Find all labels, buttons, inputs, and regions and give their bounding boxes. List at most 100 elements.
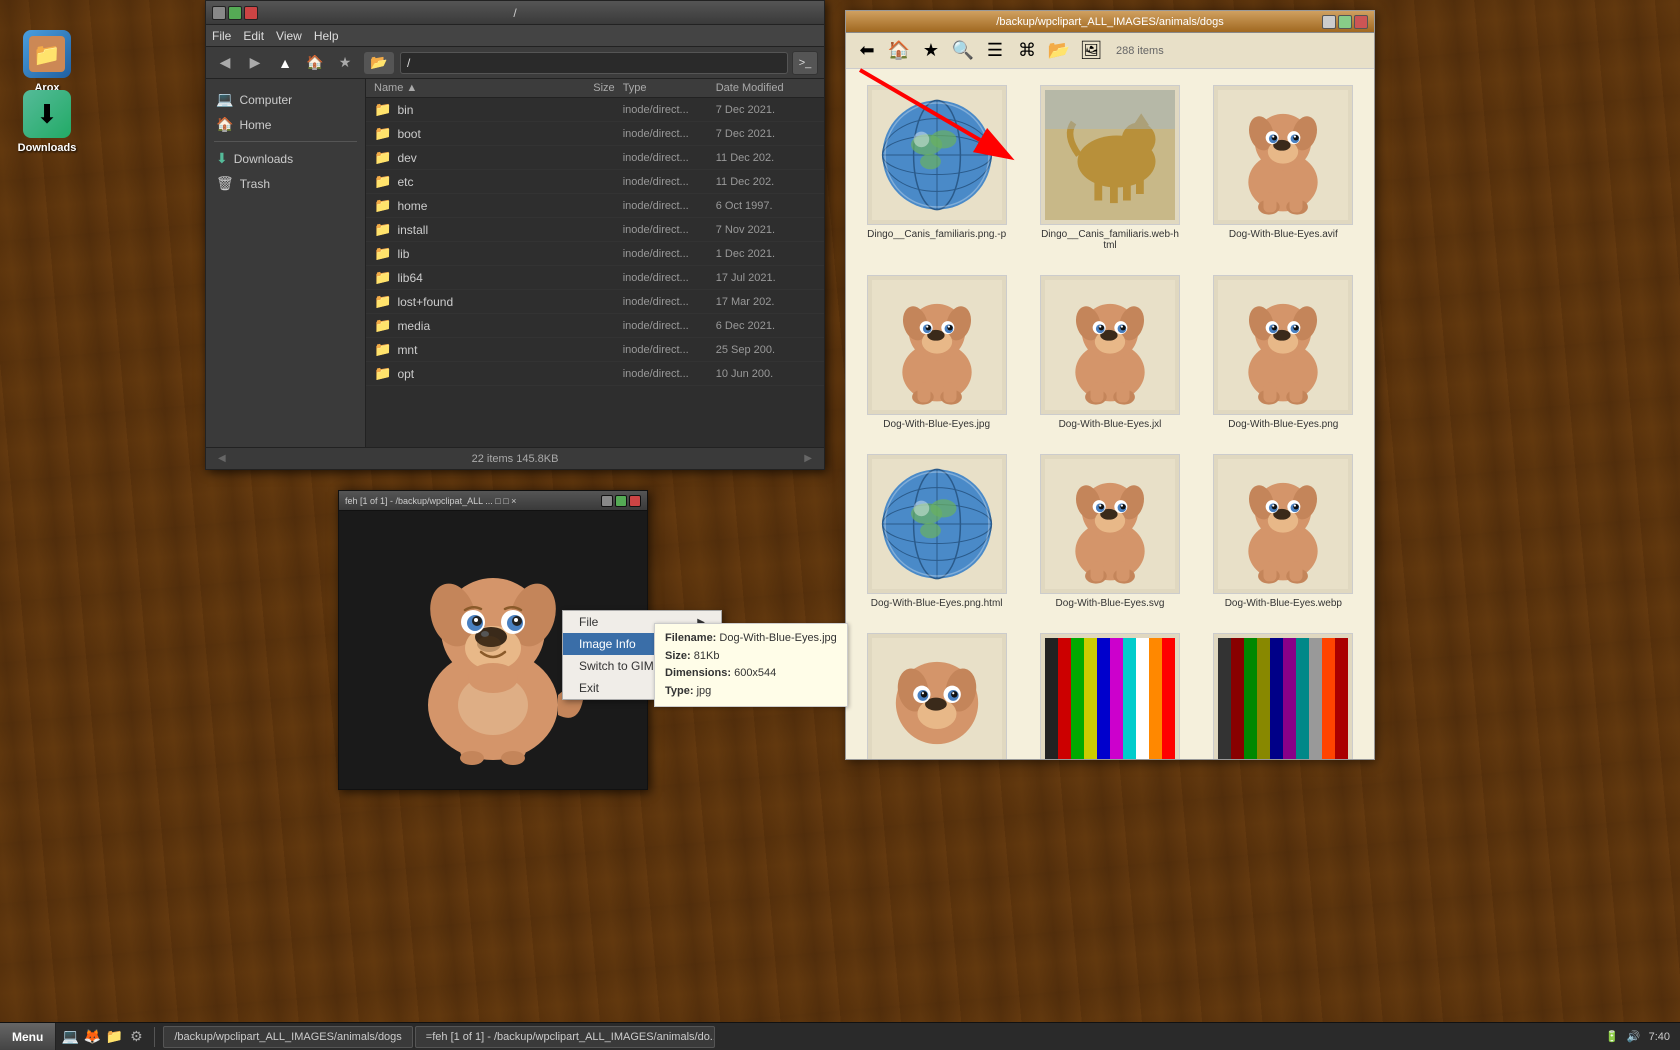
fm-minimize-btn[interactable]	[212, 6, 226, 20]
fm-menu-edit[interactable]: Edit	[243, 29, 264, 43]
taskbar-app-settings[interactable]: ⚙	[126, 1027, 146, 1047]
list-item[interactable]: Dog-With-Blue-Eyes.jxl	[1029, 269, 1190, 436]
table-row[interactable]: 📁 media inode/direct... 6 Dec 2021.	[366, 314, 824, 338]
fb-toolbar: ⬅ 🏠 ★ 🔍 ☰ ⌘ 📂 🖼 288 items	[846, 33, 1374, 69]
feh-maximize-btn[interactable]	[615, 495, 627, 507]
img-info-type: Type: jpg	[665, 683, 837, 701]
fb-win-buttons-right	[1322, 15, 1368, 29]
table-row[interactable]: 📁 home inode/direct... 6 Oct 1997.	[366, 194, 824, 218]
file-thumbnail	[1040, 275, 1180, 415]
folder-icon: 📁	[374, 245, 391, 262]
taskbar-task-feh[interactable]: =feh [1 of 1] - /backup/wpclipart_ALL_IM…	[415, 1026, 715, 1048]
fm-menu-file[interactable]: File	[212, 29, 231, 43]
fm-sidebar: 💻 Computer 🏠 Home ⬇ Downloads 🗑 Trash	[206, 79, 366, 447]
file-thumbnail	[867, 85, 1007, 225]
img-info-filename: Filename: Dog-With-Blue-Eyes.jpg	[665, 630, 837, 648]
table-row[interactable]: 📁 install inode/direct... 7 Nov 2021.	[366, 218, 824, 242]
table-row[interactable]: 📁 mnt inode/direct... 25 Sep 200.	[366, 338, 824, 362]
sidebar-item-computer[interactable]: 💻 Computer	[206, 87, 365, 112]
file-label: Dingo__Canis_familiaris.web-html	[1040, 229, 1180, 251]
list-item[interactable]: file11	[1029, 627, 1190, 759]
feh-minimize-btn[interactable]	[601, 495, 613, 507]
file-thumbnail	[1213, 275, 1353, 415]
fm-menu-help[interactable]: Help	[314, 29, 339, 43]
scroll-left-btn[interactable]: ◀	[214, 453, 230, 464]
fm-close-btn[interactable]	[244, 6, 258, 20]
taskbar-app-browser[interactable]: 🦊	[82, 1027, 102, 1047]
list-item[interactable]: Dog-With-Blue-Eyes.svg	[1029, 448, 1190, 615]
fm-bookmarks-btn[interactable]: ★	[332, 51, 358, 75]
table-row[interactable]: 📁 etc inode/direct... 11 Dec 202.	[366, 170, 824, 194]
taskbar-task-filebrowser[interactable]: /backup/wpclipart_ALL_IMAGES/animals/dog…	[163, 1026, 412, 1048]
fb-bookmarks-btn[interactable]: ★	[916, 37, 946, 65]
fm-title: /	[513, 6, 516, 20]
fb-home-btn[interactable]: 🏠	[884, 37, 914, 65]
fm-statusbar: ◀ 22 items 145.8KB ▶	[206, 447, 824, 469]
list-item[interactable]: Dog-With-Blue-Eyes.webp	[1203, 448, 1364, 615]
desktop-icon-arox[interactable]: 📁 Arox	[12, 30, 82, 94]
fb-maximize-btn[interactable]	[1338, 15, 1352, 29]
folder-icon: 📁	[374, 221, 391, 238]
list-item[interactable]: Dog-With-Blue-Eyes.jpg	[856, 269, 1017, 436]
feh-titlebar: feh [1 of 1] - /backup/wpclipat_ALL ... …	[339, 491, 647, 511]
file-label: Dog-With-Blue-Eyes.webp	[1225, 598, 1342, 609]
list-item[interactable]: Dog-With-Blue-Eyes.png	[1203, 269, 1364, 436]
fb-open-btn[interactable]: 📂	[1044, 37, 1074, 65]
folder-icon: 📁	[374, 317, 391, 334]
file-manager-titlebar: /	[206, 1, 824, 25]
folder-icon: 📁	[374, 173, 391, 190]
sidebar-item-home[interactable]: 🏠 Home	[206, 112, 365, 137]
list-item[interactable]: file12	[1203, 627, 1364, 759]
fb-title-text: /backup/wpclipart_ALL_IMAGES/animals/dog…	[996, 16, 1223, 28]
fm-back-btn[interactable]: ◀	[212, 51, 238, 75]
list-item[interactable]: file10	[856, 627, 1017, 759]
fb-list-btn[interactable]: ☰	[980, 37, 1010, 65]
fm-up-btn[interactable]: ▲	[272, 51, 298, 75]
sidebar-item-trash[interactable]: 🗑 Trash	[206, 171, 365, 196]
fb-back-btn[interactable]: ⬅	[852, 37, 882, 65]
col-size[interactable]: Size	[555, 82, 615, 94]
fb-minimize-btn[interactable]	[1322, 15, 1336, 29]
fm-home-btn[interactable]: 🏠	[302, 51, 328, 75]
scroll-right-btn[interactable]: ▶	[800, 453, 816, 464]
taskbar-tasks: /backup/wpclipart_ALL_IMAGES/animals/dog…	[159, 1023, 1595, 1050]
taskbar-app-files[interactable]: 📁	[104, 1027, 124, 1047]
fm-terminal-btn[interactable]: >_	[792, 51, 818, 75]
col-date[interactable]: Date Modified	[716, 82, 816, 94]
fb-search-btn[interactable]: 🔍	[948, 37, 978, 65]
table-row[interactable]: 📁 lib64 inode/direct... 17 Jul 2021.	[366, 266, 824, 290]
col-type[interactable]: Type	[615, 82, 716, 94]
table-row[interactable]: 📁 opt inode/direct... 10 Jun 200.	[366, 362, 824, 386]
list-item[interactable]: Dog-With-Blue-Eyes.png.html	[856, 448, 1017, 615]
fb-close-btn[interactable]	[1354, 15, 1368, 29]
folder-icon: 📁	[374, 101, 391, 118]
downloads-icon: ⬇	[23, 90, 71, 138]
feh-close-btn[interactable]	[629, 495, 641, 507]
table-row[interactable]: 📁 boot inode/direct... 7 Dec 2021.	[366, 122, 824, 146]
fm-address-bar[interactable]: /	[400, 52, 788, 74]
table-row[interactable]: 📁 bin inode/direct... 7 Dec 2021.	[366, 98, 824, 122]
sidebar-item-downloads[interactable]: ⬇ Downloads	[206, 146, 365, 171]
taskbar-start-btn[interactable]: Menu	[0, 1023, 56, 1050]
fm-menubar: File Edit View Help	[206, 25, 824, 47]
file-thumbnail	[867, 275, 1007, 415]
table-row[interactable]: 📁 lib inode/direct... 1 Dec 2021.	[366, 242, 824, 266]
list-item[interactable]: Dog-With-Blue-Eyes.avif	[1203, 79, 1364, 257]
fb-filter-btn[interactable]: ⌘	[1012, 37, 1042, 65]
table-row[interactable]: 📁 lost+found inode/direct... 17 Mar 202.	[366, 290, 824, 314]
table-row[interactable]: 📁 dev inode/direct... 11 Dec 202.	[366, 146, 824, 170]
folder-icon: 📁	[374, 365, 391, 382]
desktop-icon-downloads[interactable]: ⬇ Downloads	[12, 90, 82, 154]
fm-forward-btn[interactable]: ▶	[242, 51, 268, 75]
list-item[interactable]: Dingo__Canis_familiaris.web-html	[1029, 79, 1190, 257]
col-name[interactable]: Name ▲	[374, 82, 555, 94]
file-label: Dog-With-Blue-Eyes.svg	[1056, 598, 1165, 609]
fm-maximize-btn[interactable]	[228, 6, 242, 20]
taskbar-app-terminal[interactable]: 💻	[60, 1027, 80, 1047]
fm-toolbar: ◀ ▶ ▲ 🏠 ★ 📂 / >_	[206, 47, 824, 79]
list-item[interactable]: Dingo__Canis_familiaris.png.-p	[856, 79, 1017, 257]
desktop-icon-downloads-label: Downloads	[18, 142, 77, 154]
fb-new-btn[interactable]: 🖼	[1076, 37, 1106, 65]
fm-menu-view[interactable]: View	[276, 29, 302, 43]
folder-icon: 📁	[374, 341, 391, 358]
